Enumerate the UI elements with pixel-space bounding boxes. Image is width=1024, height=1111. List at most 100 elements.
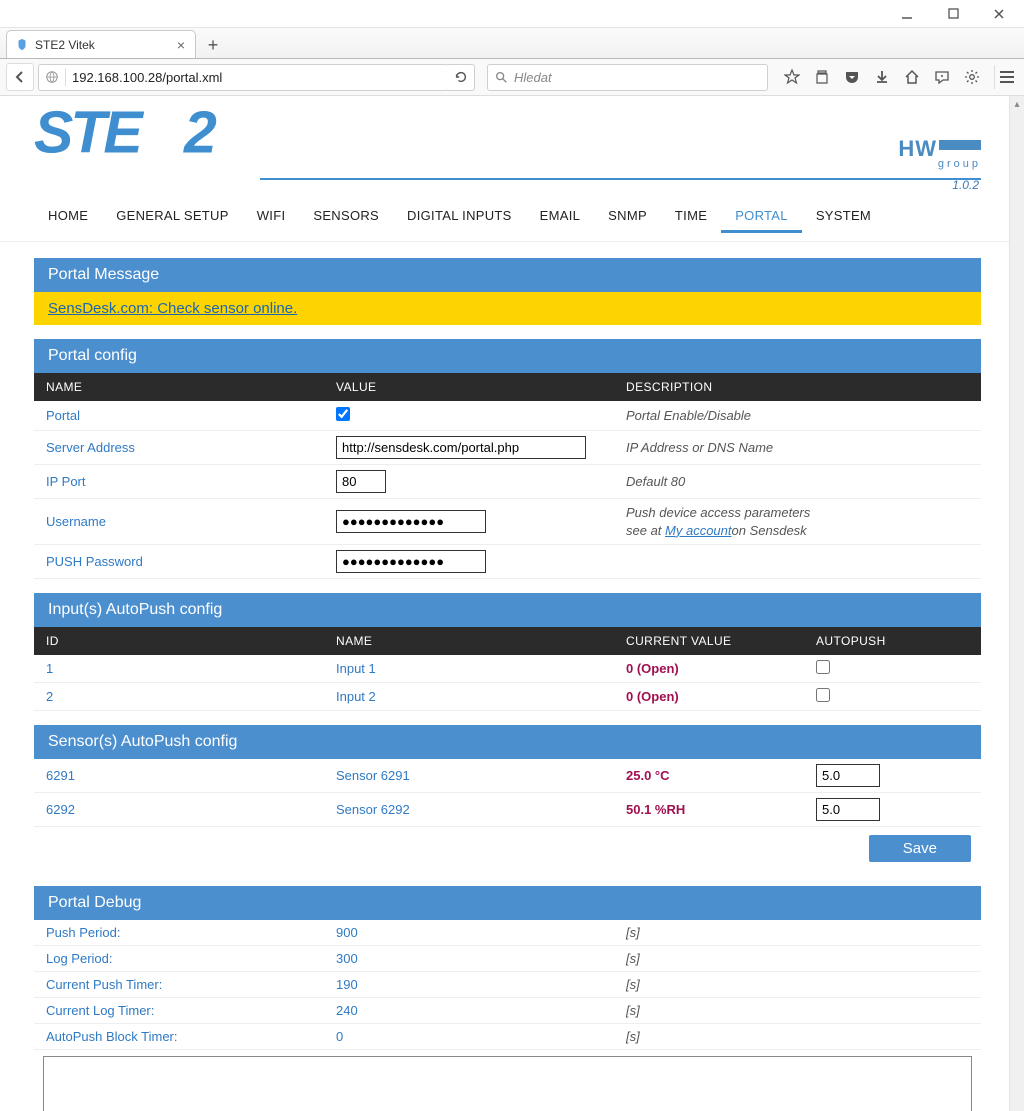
browser-tabstrip: STE2 Vitek × + bbox=[0, 28, 1024, 59]
nav-back-button[interactable] bbox=[6, 63, 34, 91]
nav-email[interactable]: EMAIL bbox=[526, 200, 595, 233]
th-value: VALUE bbox=[324, 373, 614, 401]
th-current: CURRENT VALUE bbox=[614, 627, 804, 655]
ste2-logo: STE 2 bbox=[34, 98, 249, 170]
dbg-unit: [s] bbox=[614, 947, 981, 970]
inputs-autopush-thead: ID NAME CURRENT VALUE AUTOPUSH bbox=[34, 627, 981, 655]
dbg-push-period-value: 900 bbox=[324, 921, 614, 944]
nav-snmp[interactable]: SNMP bbox=[594, 200, 661, 233]
reload-button[interactable] bbox=[447, 64, 475, 91]
dbg-unit: [s] bbox=[614, 973, 981, 996]
dbg-push-period-label: Push Period: bbox=[34, 921, 324, 944]
cfg-push-desc: Push device access parameters see at My … bbox=[614, 499, 981, 544]
nav-portal[interactable]: PORTAL bbox=[721, 200, 802, 233]
nav-digital-inputs[interactable]: DIGITAL INPUTS bbox=[393, 200, 526, 233]
firmware-version: 1.0.2 bbox=[0, 170, 1009, 192]
input2-value: 0 (Open) bbox=[614, 684, 804, 709]
cfg-row-portal: Portal Portal Enable/Disable bbox=[34, 401, 981, 431]
cfg-server-input[interactable] bbox=[336, 436, 586, 459]
chat-icon[interactable] bbox=[930, 65, 954, 89]
library-icon[interactable] bbox=[810, 65, 834, 89]
header-divider bbox=[260, 178, 981, 180]
dbg-unit: [s] bbox=[614, 999, 981, 1022]
sensors-autopush-heading: Sensor(s) AutoPush config bbox=[34, 725, 981, 759]
browser-tab[interactable]: STE2 Vitek × bbox=[6, 30, 196, 58]
sensor1-id: 6291 bbox=[34, 763, 324, 788]
save-button[interactable]: Save bbox=[869, 835, 971, 862]
dbg-cur-push-label: Current Push Timer: bbox=[34, 973, 324, 996]
th-name: NAME bbox=[34, 373, 324, 401]
cfg-portal-desc: Portal Enable/Disable bbox=[614, 403, 981, 428]
th-description: DESCRIPTION bbox=[614, 373, 981, 401]
window-minimize-button[interactable] bbox=[884, 0, 930, 28]
new-tab-button[interactable]: + bbox=[200, 32, 226, 58]
inputs-autopush-section: Input(s) AutoPush config ID NAME CURRENT… bbox=[34, 593, 981, 711]
cfg-user-input[interactable] bbox=[336, 510, 486, 533]
nav-sensors[interactable]: SENSORS bbox=[299, 200, 393, 233]
sensor2-value: 50.1 %RH bbox=[614, 797, 804, 822]
cfg-user-label: Username bbox=[34, 509, 324, 534]
gear-icon[interactable] bbox=[960, 65, 984, 89]
sensdesk-link[interactable]: SensDesk.com: Check sensor online. bbox=[48, 300, 297, 317]
nav-home[interactable]: HOME bbox=[34, 200, 102, 233]
dbg-unit: [s] bbox=[614, 1025, 981, 1048]
cfg-server-label: Server Address bbox=[34, 435, 324, 460]
dbg-log-period: Log Period: 300 [s] bbox=[34, 946, 981, 972]
hw-bar-icon bbox=[939, 140, 981, 150]
cfg-portal-checkbox[interactable] bbox=[336, 407, 350, 421]
url-text: 192.168.100.28/portal.xml bbox=[72, 70, 445, 85]
search-placeholder: Hledat bbox=[514, 70, 552, 85]
tab-close-button[interactable]: × bbox=[175, 37, 187, 53]
cfg-pass-label: PUSH Password bbox=[34, 549, 324, 574]
vertical-scrollbar[interactable]: ▴ bbox=[1009, 96, 1024, 1111]
window-close-button[interactable] bbox=[976, 0, 1022, 28]
downloads-icon[interactable] bbox=[870, 65, 894, 89]
home-icon[interactable] bbox=[900, 65, 924, 89]
dbg-cur-push-value: 190 bbox=[324, 973, 614, 996]
nav-time[interactable]: TIME bbox=[661, 200, 721, 233]
portal-debug-section: Portal Debug Push Period: 900 [s] Log Pe… bbox=[34, 886, 981, 1111]
nav-wifi[interactable]: WIFI bbox=[243, 200, 300, 233]
scroll-up-icon[interactable]: ▴ bbox=[1010, 96, 1024, 112]
sensor1-autopush-input[interactable] bbox=[816, 764, 880, 787]
portal-config-section: Portal config NAME VALUE DESCRIPTION Por… bbox=[34, 339, 981, 579]
nav-system[interactable]: SYSTEM bbox=[802, 200, 885, 233]
cfg-pass-input[interactable] bbox=[336, 550, 486, 573]
my-account-link[interactable]: My account bbox=[665, 523, 731, 538]
menu-hamburger-icon[interactable] bbox=[994, 65, 1018, 89]
dbg-cur-log-value: 240 bbox=[324, 999, 614, 1022]
dbg-ap-block-value: 0 bbox=[324, 1025, 614, 1048]
th-id: ID bbox=[34, 627, 324, 655]
input1-name: Input 1 bbox=[324, 656, 614, 681]
pocket-icon[interactable] bbox=[840, 65, 864, 89]
cfg-port-desc: Default 80 bbox=[614, 469, 981, 494]
cfg-row-username: Username Push device access parameters s… bbox=[34, 499, 981, 545]
cfg-portal-label: Portal bbox=[34, 403, 324, 428]
sensor-row: 6291 Sensor 6291 25.0 °C bbox=[34, 759, 981, 793]
sensor2-name: Sensor 6292 bbox=[324, 797, 614, 822]
window-titlebar bbox=[0, 0, 1024, 28]
dbg-ap-block-label: AutoPush Block Timer: bbox=[34, 1025, 324, 1048]
portal-config-thead: NAME VALUE DESCRIPTION bbox=[34, 373, 981, 401]
th-autopush: AUTOPUSH bbox=[804, 627, 981, 655]
dbg-cur-log: Current Log Timer: 240 [s] bbox=[34, 998, 981, 1024]
debug-log-textarea[interactable] bbox=[43, 1056, 972, 1111]
browser-address-bar: 192.168.100.28/portal.xml Hledat bbox=[0, 59, 1024, 96]
nav-general-setup[interactable]: GENERAL SETUP bbox=[102, 200, 243, 233]
sensor1-value: 25.0 °C bbox=[614, 763, 804, 788]
dbg-ap-block: AutoPush Block Timer: 0 [s] bbox=[34, 1024, 981, 1050]
input2-autopush-checkbox[interactable] bbox=[816, 688, 830, 702]
tab-favicon-icon bbox=[15, 38, 29, 52]
cfg-port-input[interactable] bbox=[336, 470, 386, 493]
sensor2-autopush-input[interactable] bbox=[816, 798, 880, 821]
sensor2-id: 6292 bbox=[34, 797, 324, 822]
sensors-autopush-section: Sensor(s) AutoPush config 6291 Sensor 62… bbox=[34, 725, 981, 872]
search-input[interactable]: Hledat bbox=[487, 64, 768, 91]
input2-id: 2 bbox=[34, 684, 324, 709]
input1-id: 1 bbox=[34, 656, 324, 681]
window-maximize-button[interactable] bbox=[930, 0, 976, 28]
input1-autopush-checkbox[interactable] bbox=[816, 660, 830, 674]
cfg-row-server: Server Address IP Address or DNS Name bbox=[34, 431, 981, 465]
bookmark-star-icon[interactable] bbox=[780, 65, 804, 89]
url-input[interactable]: 192.168.100.28/portal.xml bbox=[38, 64, 448, 91]
